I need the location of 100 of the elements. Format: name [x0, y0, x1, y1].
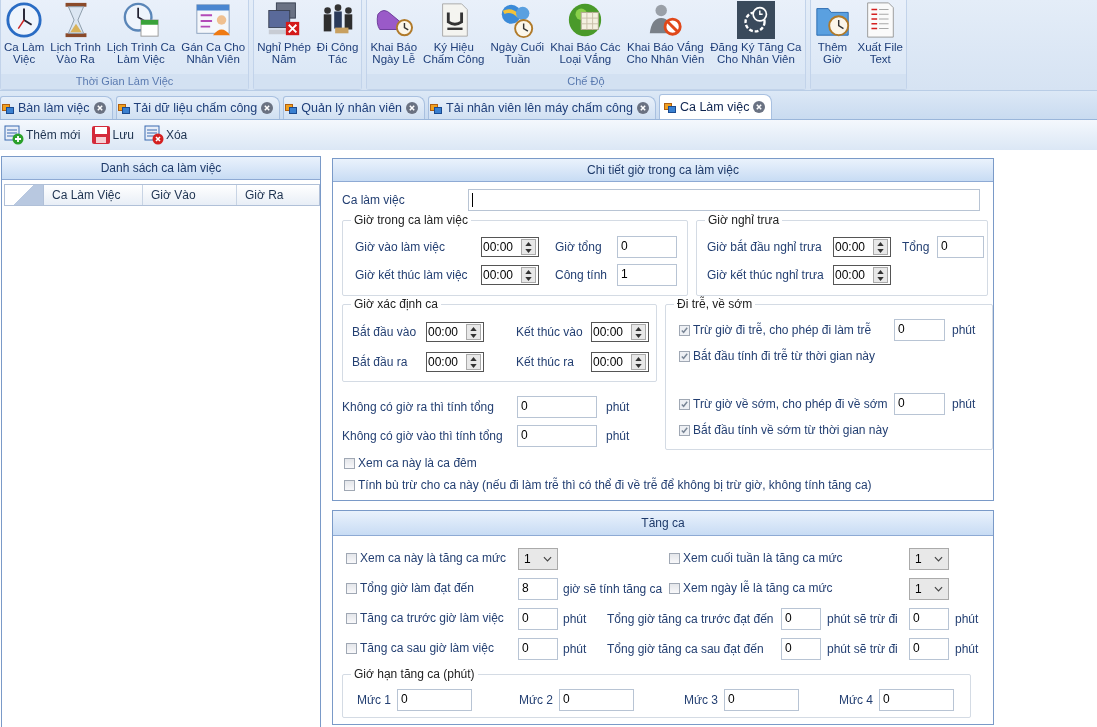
- checkbox-label: Tổng giờ làm đạt đến: [360, 581, 474, 596]
- number-field[interactable]: 8: [518, 578, 558, 600]
- level-dropdown[interactable]: 1: [518, 548, 558, 570]
- field-label: Không có giờ vào thì tính tổng: [342, 428, 504, 443]
- number-field[interactable]: 0: [894, 393, 945, 415]
- checkbox[interactable]: [344, 479, 355, 491]
- up-arrow-icon: [635, 326, 642, 331]
- number-field[interactable]: 0: [781, 638, 821, 660]
- chevron-down-icon: [934, 586, 943, 592]
- checkbox[interactable]: [344, 457, 355, 469]
- ribbon-button[interactable]: Đi Công Tác: [313, 0, 362, 74]
- ribbon-button[interactable]: Lịch Trình Vào Ra: [47, 0, 104, 74]
- up-arrow-icon: [470, 326, 477, 331]
- field-label: Bắt đầu ra: [352, 355, 409, 369]
- ribbon-button[interactable]: Khai Báo Các Loại Vắng: [547, 0, 624, 74]
- field-label: Giờ bắt đầu nghỉ trưa: [707, 240, 823, 254]
- time-spinner[interactable]: 00:00: [426, 322, 484, 342]
- close-icon[interactable]: [261, 102, 274, 114]
- number-field[interactable]: 0: [909, 608, 949, 630]
- time-spinner[interactable]: 00:00: [833, 265, 891, 285]
- window-icon: [117, 102, 130, 114]
- number-field[interactable]: 0: [518, 638, 558, 660]
- document-tab[interactable]: Tải dữ liệu chấm công: [115, 96, 281, 119]
- number-field[interactable]: 0: [879, 689, 955, 711]
- checkbox[interactable]: [346, 552, 357, 564]
- toolbar-button[interactable]: Xóa: [141, 125, 190, 145]
- number-field[interactable]: 0: [617, 236, 677, 258]
- time-spinner[interactable]: 00:00: [591, 322, 649, 342]
- ribbon-button[interactable]: Thêm Giờ: [810, 0, 855, 74]
- group-label: Chế Độ: [567, 75, 605, 87]
- group-title: Giờ xác định ca: [351, 297, 441, 311]
- close-icon[interactable]: [406, 102, 419, 114]
- down-arrow-icon: [635, 363, 642, 368]
- down-arrow-icon: [525, 248, 532, 253]
- number-field[interactable]: 0: [937, 236, 984, 258]
- up-arrow-icon: [525, 269, 532, 274]
- checkbox-label: Xem ngày lễ là tăng ca mức: [683, 581, 833, 596]
- time-spinner[interactable]: 00:00: [426, 352, 484, 372]
- ribbon-button[interactable]: Ngày Cuối Tuần: [487, 0, 548, 74]
- time-spinner[interactable]: 00:00: [481, 237, 539, 257]
- ribbon-button[interactable]: Đăng Ký Tăng Ca Cho Nhân Viên: [707, 0, 805, 74]
- checkbox[interactable]: [346, 582, 357, 594]
- ribbon-button[interactable]: Ký Hiệu Chấm Công: [420, 0, 488, 74]
- field-label: Kết thúc ra: [516, 355, 576, 369]
- time-spinner[interactable]: 00:00: [833, 237, 891, 257]
- checkbox[interactable]: [679, 424, 690, 436]
- number-field[interactable]: 0: [894, 319, 945, 341]
- field-label: Kết thúc vào: [516, 325, 584, 339]
- number-field[interactable]: 0: [518, 608, 558, 630]
- level-dropdown[interactable]: 1: [909, 548, 949, 570]
- time-spinner[interactable]: 00:00: [481, 265, 539, 285]
- checkbox[interactable]: [669, 582, 680, 594]
- toolbar-button[interactable]: Lưu: [88, 125, 136, 145]
- unit-label: phút: [606, 399, 631, 414]
- down-arrow-icon: [470, 363, 477, 368]
- level-dropdown[interactable]: 1: [909, 578, 949, 600]
- checkbox-label: Trừ giờ về sớm, cho phép đi về sớm: [693, 397, 888, 411]
- field-label: Giờ kết thúc nghỉ trưa: [707, 268, 825, 282]
- number-field[interactable]: 0: [781, 608, 821, 630]
- close-icon[interactable]: [636, 102, 649, 114]
- number-field[interactable]: 0: [397, 689, 473, 711]
- number-field[interactable]: 1: [617, 264, 677, 286]
- unit-label: phút: [563, 612, 587, 626]
- number-field[interactable]: 0: [724, 689, 800, 711]
- ribbon-button[interactable]: Nghỉ Phép Năm: [254, 0, 314, 74]
- close-icon[interactable]: [753, 101, 766, 113]
- checkbox-label: Xem ca này là tăng ca mức: [360, 551, 507, 566]
- document-tab[interactable]: Bàn làm việc: [0, 96, 113, 119]
- ribbon-button[interactable]: Khai Báo Ngày Lễ: [367, 0, 421, 74]
- column-header[interactable]: Giờ Vào: [143, 185, 237, 205]
- field-label: giờ sẽ tính tăng ca: [563, 582, 663, 596]
- document-tab[interactable]: Ca Làm việc: [658, 94, 773, 119]
- ribbon-button[interactable]: Gán Ca Cho Nhân Viên: [178, 0, 249, 74]
- ribbon-button[interactable]: Lịch Trình Ca Làm Việc: [103, 0, 179, 74]
- checkbox[interactable]: [346, 642, 357, 654]
- checkbox[interactable]: [679, 350, 690, 362]
- document-tab[interactable]: Tải nhân viên lên máy chấm công: [428, 96, 656, 119]
- number-field[interactable]: 0: [559, 689, 635, 711]
- shift-name-field[interactable]: [468, 189, 980, 211]
- checkbox[interactable]: [679, 324, 690, 336]
- down-arrow-icon: [470, 333, 477, 338]
- checkbox[interactable]: [669, 552, 680, 564]
- ribbon-button[interactable]: Khai Báo Vắng Cho Nhân Viên: [623, 0, 708, 74]
- number-field[interactable]: 0: [517, 395, 597, 418]
- up-arrow-icon: [470, 356, 477, 361]
- ribbon-button[interactable]: Ca Làm Việc: [1, 0, 48, 74]
- document-tab[interactable]: Quản lý nhân viên: [283, 96, 426, 119]
- clock-icon: [5, 1, 44, 39]
- checkbox[interactable]: [346, 612, 357, 624]
- checkbox-label: Xem cuối tuần là tăng ca mức: [683, 551, 843, 566]
- number-field[interactable]: 0: [909, 638, 949, 660]
- column-header[interactable]: Giờ Ra: [237, 185, 319, 205]
- toolbar-button[interactable]: Thêm mới: [2, 125, 83, 145]
- up-arrow-icon: [635, 356, 642, 361]
- number-field[interactable]: 0: [517, 424, 597, 447]
- close-icon[interactable]: [93, 102, 106, 114]
- time-spinner[interactable]: 00:00: [591, 352, 649, 372]
- column-header[interactable]: Ca Làm Việc: [44, 185, 143, 205]
- ribbon-button[interactable]: Xuất File Text: [854, 0, 906, 74]
- checkbox[interactable]: [679, 398, 690, 410]
